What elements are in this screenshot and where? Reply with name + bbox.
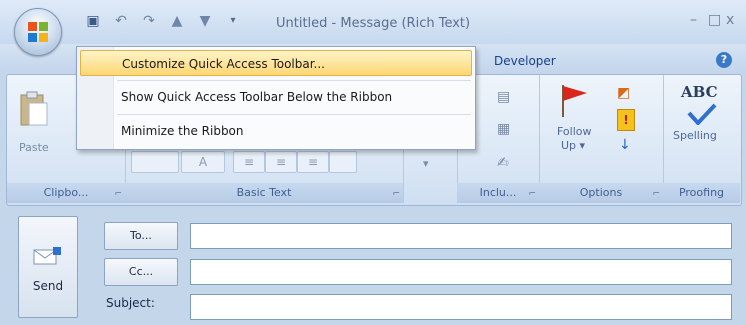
- to-button[interactable]: To...: [104, 222, 178, 250]
- menu-item-customize-quick-access-toolbar[interactable]: Customize Quick Access Toolbar...: [80, 50, 472, 76]
- names-dropdown-icon[interactable]: ▾: [423, 157, 429, 170]
- group-label-proofing: Proofing: [663, 183, 740, 203]
- tab-developer[interactable]: Developer: [494, 54, 556, 68]
- quick-access-customize-menu: Customize Quick Access Toolbar... Show Q…: [76, 46, 476, 150]
- group-options: Follow Up ▾ ◩ ! ↓ Options ⌐: [539, 75, 664, 203]
- menu-item-show-below-ribbon[interactable]: Show Quick Access Toolbar Below the Ribb…: [80, 84, 472, 110]
- group-label-include: Inclu...: [457, 183, 539, 203]
- include-launcher-icon[interactable]: ⌐: [528, 189, 536, 199]
- menu-separator: [117, 114, 471, 115]
- maximize-button[interactable]: □: [708, 12, 721, 28]
- group-label-options: Options: [539, 183, 663, 203]
- calendar-icon[interactable]: ▦: [497, 121, 510, 137]
- send-button[interactable]: Send: [18, 216, 78, 318]
- title-bar: ▣ ↶ ↷ ▲ ▼ ▾ Untitled - Message (Rich Tex…: [0, 0, 746, 45]
- menu-item-minimize-ribbon[interactable]: Minimize the Ribbon: [80, 118, 472, 144]
- align-left-icon[interactable]: ≡: [233, 151, 265, 173]
- send-label: Send: [32, 279, 64, 293]
- office-logo-icon: [28, 22, 48, 42]
- clipboard-launcher-icon[interactable]: ⌐: [114, 189, 122, 199]
- group-proofing: ABC Spelling Proofing: [663, 75, 740, 203]
- to-field[interactable]: [190, 223, 732, 249]
- customize-dropdown-icon[interactable]: ▾: [224, 12, 242, 30]
- align-center-icon[interactable]: ≡: [265, 151, 297, 173]
- spelling-check-icon: [687, 103, 717, 125]
- envelope-icon: [33, 247, 61, 265]
- follow-up-flag-icon[interactable]: [557, 83, 591, 119]
- paste-icon[interactable]: [19, 91, 49, 129]
- redo-icon[interactable]: ↷: [140, 12, 158, 30]
- down-arrow-icon[interactable]: ▼: [196, 12, 214, 30]
- group-label-basic-text: Basic Text: [125, 183, 403, 203]
- undo-icon[interactable]: ↶: [112, 12, 130, 30]
- follow-up-label-1: Follow: [557, 125, 592, 138]
- abc-label: ABC: [681, 83, 718, 101]
- attach-file-icon[interactable]: ▤: [497, 89, 510, 105]
- font-color-button[interactable]: A: [181, 151, 225, 173]
- basic-text-launcher-icon[interactable]: ⌐: [392, 189, 400, 199]
- spelling-button[interactable]: Spelling: [673, 129, 717, 142]
- follow-up-label-2: Up ▾: [561, 139, 586, 152]
- high-importance-icon[interactable]: !: [617, 109, 635, 131]
- categorize-icon[interactable]: ◩: [617, 85, 630, 101]
- highlight-button[interactable]: [131, 151, 179, 173]
- style-icon[interactable]: [329, 151, 357, 173]
- cc-button[interactable]: Cc...: [104, 258, 178, 286]
- up-arrow-icon[interactable]: ▲: [168, 12, 186, 30]
- office-button[interactable]: [14, 8, 62, 56]
- align-right-icon[interactable]: ≡: [297, 151, 329, 173]
- quick-access-toolbar: ▣ ↶ ↷ ▲ ▼ ▾: [84, 12, 242, 30]
- compose-area: Send To... Cc... Subject:: [0, 206, 746, 325]
- subject-label: Subject:: [106, 296, 155, 310]
- close-button[interactable]: x: [726, 12, 734, 28]
- cc-field[interactable]: [190, 259, 732, 285]
- help-icon[interactable]: ?: [716, 52, 732, 68]
- paste-label: Paste: [19, 141, 49, 154]
- signature-icon[interactable]: ✍: [497, 155, 509, 171]
- minimize-button[interactable]: –: [690, 12, 697, 28]
- group-label-clipboard: Clipbo...: [7, 183, 125, 203]
- low-importance-icon[interactable]: ↓: [619, 137, 631, 153]
- subject-field[interactable]: [190, 294, 732, 320]
- options-launcher-icon[interactable]: ⌐: [652, 189, 660, 199]
- window-title: Untitled - Message (Rich Text): [276, 16, 471, 31]
- save-icon[interactable]: ▣: [84, 12, 102, 30]
- menu-separator: [117, 80, 471, 81]
